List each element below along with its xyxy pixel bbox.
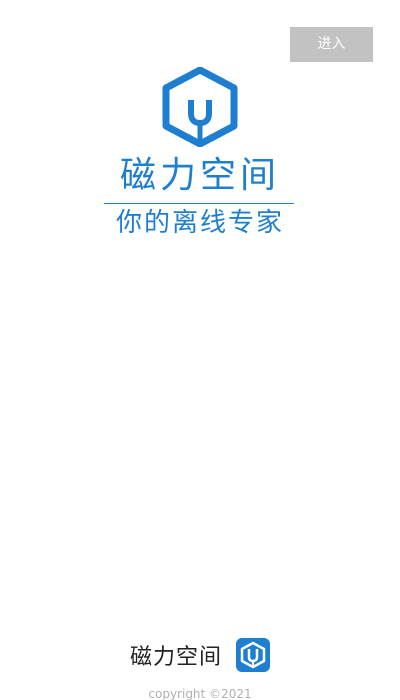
enter-button[interactable]: 进入 bbox=[290, 27, 373, 62]
magnet-app-icon bbox=[236, 638, 270, 672]
footer-brand: 磁力空间 bbox=[0, 638, 400, 672]
splash-screen: 进入 磁力空间 你的离线专家 磁力空间 copyright ©2021 bbox=[0, 0, 400, 700]
app-name-title: 磁力空间 bbox=[119, 155, 280, 196]
app-slogan: 你的离线专家 bbox=[115, 208, 284, 238]
magnet-hexagon-icon bbox=[162, 67, 238, 147]
copyright-text: copyright ©2021 bbox=[148, 687, 252, 700]
footer-app-name: 磁力空间 bbox=[129, 645, 222, 670]
title-divider bbox=[104, 203, 294, 204]
